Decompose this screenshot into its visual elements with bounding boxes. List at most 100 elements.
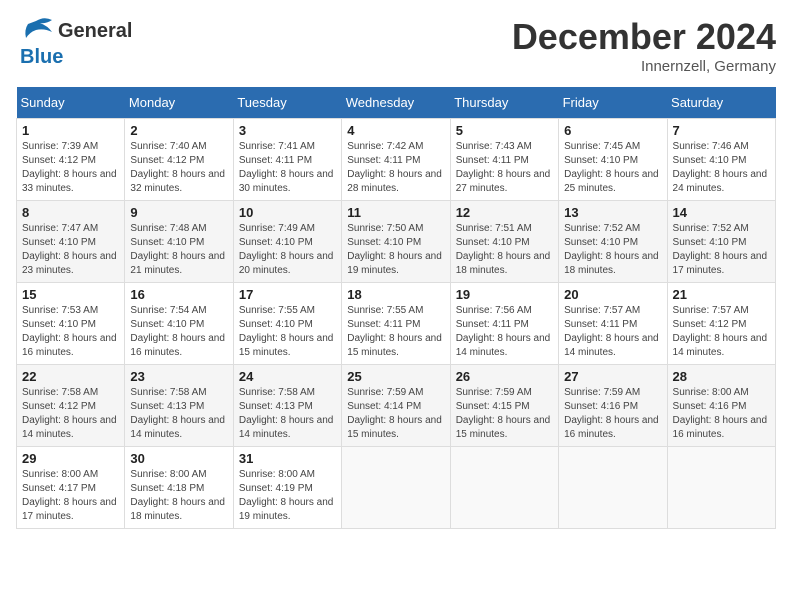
calendar-cell: 27 Sunrise: 7:59 AM Sunset: 4:16 PM Dayl… [559, 365, 667, 447]
calendar-cell [559, 447, 667, 529]
day-detail: Sunrise: 7:55 AM Sunset: 4:11 PM Dayligh… [347, 304, 444, 360]
day-detail: Sunrise: 7:39 AM Sunset: 4:12 PM Dayligh… [22, 140, 119, 196]
calendar-cell: 1 Sunrise: 7:39 AM Sunset: 4:12 PM Dayli… [17, 119, 125, 201]
day-detail: Sunrise: 8:00 AM Sunset: 4:18 PM Dayligh… [130, 468, 227, 524]
calendar-header-sunday: Sunday [17, 87, 125, 119]
calendar-cell: 15 Sunrise: 7:53 AM Sunset: 4:10 PM Dayl… [17, 283, 125, 365]
day-number: 10 [239, 205, 336, 220]
day-number: 31 [239, 451, 336, 466]
calendar-cell: 7 Sunrise: 7:46 AM Sunset: 4:10 PM Dayli… [667, 119, 775, 201]
calendar-cell: 5 Sunrise: 7:43 AM Sunset: 4:11 PM Dayli… [450, 119, 558, 201]
day-number: 5 [456, 123, 553, 138]
month-title: December 2024 [512, 16, 776, 58]
day-detail: Sunrise: 8:00 AM Sunset: 4:19 PM Dayligh… [239, 468, 336, 524]
location: Innernzell, Germany [512, 58, 776, 75]
day-number: 26 [456, 369, 553, 384]
calendar-cell [450, 447, 558, 529]
day-detail: Sunrise: 7:50 AM Sunset: 4:10 PM Dayligh… [347, 222, 444, 278]
calendar-cell: 17 Sunrise: 7:55 AM Sunset: 4:10 PM Dayl… [233, 283, 341, 365]
page-header: General Blue December 2024 Innernzell, G… [16, 16, 776, 75]
day-number: 20 [564, 287, 661, 302]
calendar-cell: 3 Sunrise: 7:41 AM Sunset: 4:11 PM Dayli… [233, 119, 341, 201]
day-detail: Sunrise: 7:49 AM Sunset: 4:10 PM Dayligh… [239, 222, 336, 278]
day-number: 15 [22, 287, 119, 302]
title-section: December 2024 Innernzell, Germany [512, 16, 776, 75]
day-number: 16 [130, 287, 227, 302]
logo-bird-icon [16, 16, 54, 46]
day-detail: Sunrise: 7:52 AM Sunset: 4:10 PM Dayligh… [564, 222, 661, 278]
day-number: 6 [564, 123, 661, 138]
calendar-cell: 31 Sunrise: 8:00 AM Sunset: 4:19 PM Dayl… [233, 447, 341, 529]
day-detail: Sunrise: 7:40 AM Sunset: 4:12 PM Dayligh… [130, 140, 227, 196]
calendar-cell: 21 Sunrise: 7:57 AM Sunset: 4:12 PM Dayl… [667, 283, 775, 365]
calendar-cell: 24 Sunrise: 7:58 AM Sunset: 4:13 PM Dayl… [233, 365, 341, 447]
calendar-cell [667, 447, 775, 529]
calendar-cell: 16 Sunrise: 7:54 AM Sunset: 4:10 PM Dayl… [125, 283, 233, 365]
calendar-week-1: 1 Sunrise: 7:39 AM Sunset: 4:12 PM Dayli… [17, 119, 776, 201]
day-detail: Sunrise: 7:52 AM Sunset: 4:10 PM Dayligh… [673, 222, 770, 278]
day-detail: Sunrise: 7:45 AM Sunset: 4:10 PM Dayligh… [564, 140, 661, 196]
day-number: 12 [456, 205, 553, 220]
calendar-cell: 29 Sunrise: 8:00 AM Sunset: 4:17 PM Dayl… [17, 447, 125, 529]
day-detail: Sunrise: 7:48 AM Sunset: 4:10 PM Dayligh… [130, 222, 227, 278]
calendar-cell: 18 Sunrise: 7:55 AM Sunset: 4:11 PM Dayl… [342, 283, 450, 365]
calendar-header-monday: Monday [125, 87, 233, 119]
calendar-cell: 20 Sunrise: 7:57 AM Sunset: 4:11 PM Dayl… [559, 283, 667, 365]
day-detail: Sunrise: 7:58 AM Sunset: 4:13 PM Dayligh… [239, 386, 336, 442]
day-detail: Sunrise: 7:42 AM Sunset: 4:11 PM Dayligh… [347, 140, 444, 196]
day-number: 8 [22, 205, 119, 220]
day-number: 21 [673, 287, 770, 302]
calendar-header-saturday: Saturday [667, 87, 775, 119]
calendar-cell: 2 Sunrise: 7:40 AM Sunset: 4:12 PM Dayli… [125, 119, 233, 201]
day-detail: Sunrise: 7:51 AM Sunset: 4:10 PM Dayligh… [456, 222, 553, 278]
day-number: 11 [347, 205, 444, 220]
day-number: 3 [239, 123, 336, 138]
day-detail: Sunrise: 7:56 AM Sunset: 4:11 PM Dayligh… [456, 304, 553, 360]
calendar-cell: 13 Sunrise: 7:52 AM Sunset: 4:10 PM Dayl… [559, 201, 667, 283]
day-number: 9 [130, 205, 227, 220]
day-number: 1 [22, 123, 119, 138]
day-number: 4 [347, 123, 444, 138]
day-detail: Sunrise: 7:59 AM Sunset: 4:16 PM Dayligh… [564, 386, 661, 442]
day-number: 17 [239, 287, 336, 302]
calendar-cell: 26 Sunrise: 7:59 AM Sunset: 4:15 PM Dayl… [450, 365, 558, 447]
calendar-cell: 8 Sunrise: 7:47 AM Sunset: 4:10 PM Dayli… [17, 201, 125, 283]
day-detail: Sunrise: 7:57 AM Sunset: 4:11 PM Dayligh… [564, 304, 661, 360]
calendar-header-wednesday: Wednesday [342, 87, 450, 119]
day-number: 29 [22, 451, 119, 466]
day-detail: Sunrise: 7:59 AM Sunset: 4:14 PM Dayligh… [347, 386, 444, 442]
day-number: 30 [130, 451, 227, 466]
day-number: 23 [130, 369, 227, 384]
day-detail: Sunrise: 7:58 AM Sunset: 4:13 PM Dayligh… [130, 386, 227, 442]
day-number: 22 [22, 369, 119, 384]
day-detail: Sunrise: 7:54 AM Sunset: 4:10 PM Dayligh… [130, 304, 227, 360]
calendar-header-tuesday: Tuesday [233, 87, 341, 119]
calendar-cell: 25 Sunrise: 7:59 AM Sunset: 4:14 PM Dayl… [342, 365, 450, 447]
day-detail: Sunrise: 7:53 AM Sunset: 4:10 PM Dayligh… [22, 304, 119, 360]
day-detail: Sunrise: 7:58 AM Sunset: 4:12 PM Dayligh… [22, 386, 119, 442]
calendar-cell: 12 Sunrise: 7:51 AM Sunset: 4:10 PM Dayl… [450, 201, 558, 283]
calendar-cell: 11 Sunrise: 7:50 AM Sunset: 4:10 PM Dayl… [342, 201, 450, 283]
calendar-cell: 10 Sunrise: 7:49 AM Sunset: 4:10 PM Dayl… [233, 201, 341, 283]
day-number: 19 [456, 287, 553, 302]
calendar-week-4: 22 Sunrise: 7:58 AM Sunset: 4:12 PM Dayl… [17, 365, 776, 447]
calendar-cell: 28 Sunrise: 8:00 AM Sunset: 4:16 PM Dayl… [667, 365, 775, 447]
calendar-week-5: 29 Sunrise: 8:00 AM Sunset: 4:17 PM Dayl… [17, 447, 776, 529]
day-number: 25 [347, 369, 444, 384]
calendar-week-2: 8 Sunrise: 7:47 AM Sunset: 4:10 PM Dayli… [17, 201, 776, 283]
calendar-cell: 19 Sunrise: 7:56 AM Sunset: 4:11 PM Dayl… [450, 283, 558, 365]
calendar-table: SundayMondayTuesdayWednesdayThursdayFrid… [16, 87, 776, 529]
calendar-cell: 23 Sunrise: 7:58 AM Sunset: 4:13 PM Dayl… [125, 365, 233, 447]
day-detail: Sunrise: 7:46 AM Sunset: 4:10 PM Dayligh… [673, 140, 770, 196]
day-number: 27 [564, 369, 661, 384]
day-detail: Sunrise: 8:00 AM Sunset: 4:16 PM Dayligh… [673, 386, 770, 442]
day-number: 7 [673, 123, 770, 138]
day-detail: Sunrise: 7:59 AM Sunset: 4:15 PM Dayligh… [456, 386, 553, 442]
logo-general: General [58, 20, 132, 43]
calendar-cell: 9 Sunrise: 7:48 AM Sunset: 4:10 PM Dayli… [125, 201, 233, 283]
calendar-cell: 14 Sunrise: 7:52 AM Sunset: 4:10 PM Dayl… [667, 201, 775, 283]
day-detail: Sunrise: 8:00 AM Sunset: 4:17 PM Dayligh… [22, 468, 119, 524]
day-detail: Sunrise: 7:41 AM Sunset: 4:11 PM Dayligh… [239, 140, 336, 196]
calendar-cell: 22 Sunrise: 7:58 AM Sunset: 4:12 PM Dayl… [17, 365, 125, 447]
day-number: 2 [130, 123, 227, 138]
